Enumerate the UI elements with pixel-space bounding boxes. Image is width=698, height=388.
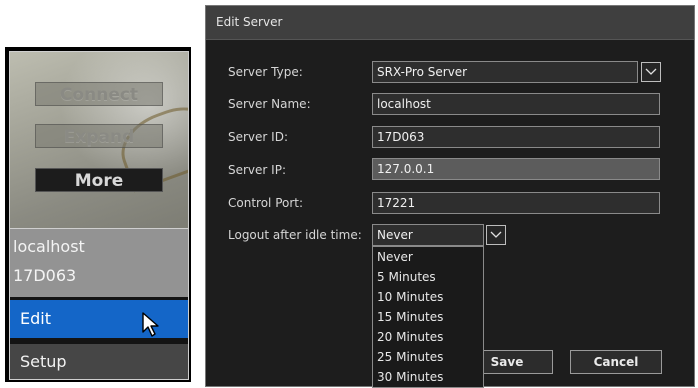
mouse-pointer-icon: [142, 312, 159, 337]
chevron-down-icon: [490, 231, 502, 238]
edit-server-dialog: Edit Server Server Type: SRX-Pro Server …: [205, 5, 695, 388]
control-port-label: Control Port:: [228, 196, 304, 210]
logout-idle-dropdown-list: Never 5 Minutes 10 Minutes 15 Minutes 20…: [372, 246, 484, 388]
dropdown-option-20-minutes[interactable]: 20 Minutes: [373, 327, 483, 347]
control-port-field[interactable]: 17221: [372, 192, 660, 214]
menu-item-setup-label: Setup: [20, 352, 67, 371]
menu-item-edit[interactable]: Edit: [10, 300, 188, 338]
menu-item-edit-label: Edit: [20, 309, 51, 328]
server-tile: Connect Expand More localhost 17D063 Edi…: [5, 47, 191, 382]
dropdown-option-15-minutes[interactable]: 15 Minutes: [373, 307, 483, 327]
server-id-text: 17D063: [13, 266, 77, 285]
server-ip-label: Server IP:: [228, 163, 286, 177]
server-type-dropdown-button[interactable]: [641, 62, 661, 82]
connect-button[interactable]: Connect: [35, 82, 163, 106]
camera-thumbnail: Connect Expand More: [10, 52, 188, 228]
more-button[interactable]: More: [35, 168, 163, 192]
dropdown-option-30-minutes[interactable]: 30 Minutes: [373, 367, 483, 387]
server-type-label: Server Type:: [228, 65, 303, 79]
logout-idle-select[interactable]: Never: [372, 224, 484, 246]
server-tile-panel: Connect Expand More localhost 17D063 Edi…: [9, 51, 189, 380]
server-name-text: localhost: [13, 237, 85, 256]
dialog-titlebar[interactable]: Edit Server: [206, 6, 694, 40]
server-name-field[interactable]: localhost: [372, 93, 660, 115]
server-id-field[interactable]: 17D063: [372, 126, 660, 148]
server-ip-field[interactable]: 127.0.0.1: [372, 158, 660, 180]
logout-idle-label: Logout after idle time:: [228, 228, 362, 242]
dialog-title: Edit Server: [216, 15, 283, 29]
dropdown-option-25-minutes[interactable]: 25 Minutes: [373, 347, 483, 367]
menu-item-setup[interactable]: Setup: [10, 344, 188, 379]
dropdown-option-5-minutes[interactable]: 5 Minutes: [373, 267, 483, 287]
expand-button[interactable]: Expand: [35, 124, 163, 148]
logout-idle-dropdown-button[interactable]: [486, 225, 506, 245]
server-type-select[interactable]: SRX-Pro Server: [372, 61, 638, 83]
dropdown-option-never[interactable]: Never: [373, 247, 483, 267]
server-info: localhost 17D063: [10, 228, 188, 297]
dropdown-option-10-minutes[interactable]: 10 Minutes: [373, 287, 483, 307]
server-id-label: Server ID:: [228, 130, 288, 144]
chevron-down-icon: [645, 68, 657, 75]
server-name-label: Server Name:: [228, 97, 311, 111]
cancel-button[interactable]: Cancel: [570, 350, 662, 374]
